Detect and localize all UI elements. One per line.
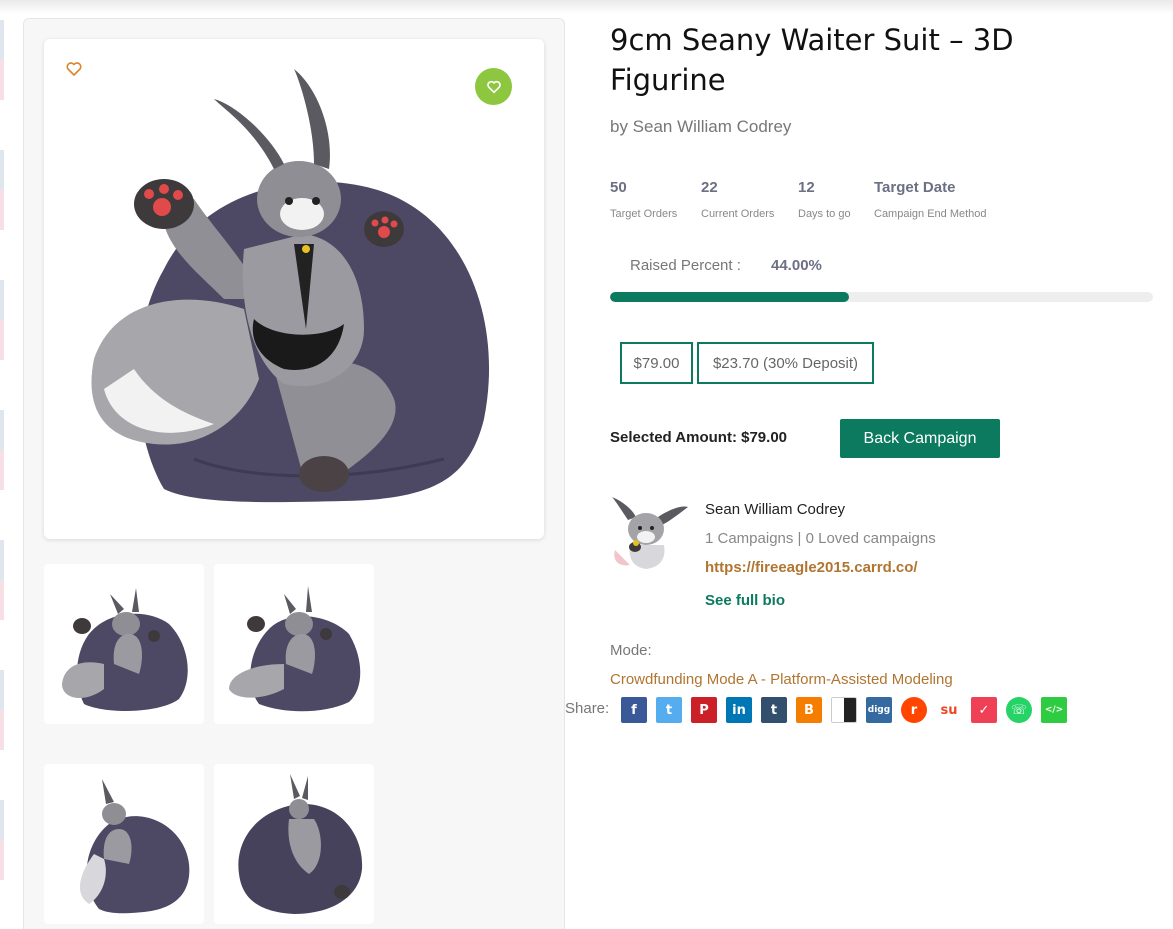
- stat-value: 12: [798, 179, 815, 196]
- pocket-icon[interactable]: ✓: [971, 697, 997, 723]
- embed-icon[interactable]: </>: [1041, 697, 1067, 723]
- facebook-icon[interactable]: f: [621, 697, 647, 723]
- linkedin-icon[interactable]: in: [726, 697, 752, 723]
- product-gallery: [23, 18, 565, 929]
- funding-progress-fill: [610, 292, 849, 302]
- digg-icon[interactable]: digg: [866, 697, 892, 723]
- thumbnail-image: [238, 774, 363, 914]
- thumbnail-3[interactable]: [44, 764, 204, 924]
- main-product-image[interactable]: [44, 39, 544, 539]
- back-campaign-button[interactable]: Back Campaign: [840, 419, 1000, 458]
- mode-value-link[interactable]: Crowdfunding Mode A - Platform-Assisted …: [610, 671, 953, 688]
- creator-website-link[interactable]: https://fireeagle2015.carrd.co/: [705, 559, 918, 576]
- thumbnail-image: [62, 588, 188, 711]
- creator-byline: by Sean William Codrey: [610, 117, 792, 136]
- thumbnail-image: [229, 586, 361, 712]
- left-edge-strip: [0, 20, 4, 929]
- stat-label: Target Orders: [610, 208, 678, 220]
- stat-value: 50: [610, 179, 627, 196]
- funding-progress-bar: [610, 292, 1153, 302]
- raised-percent-label: Raised Percent :: [630, 257, 741, 274]
- stat-value: Target Date: [874, 179, 956, 196]
- raised-percent-value: 44.00%: [771, 257, 822, 274]
- mode-label: Mode:: [610, 642, 652, 659]
- figurine-illustration: [91, 69, 490, 503]
- stat-label: Days to go: [798, 208, 851, 220]
- whatsapp-icon[interactable]: ☏: [1006, 697, 1032, 723]
- selected-amount: Selected Amount: $79.00: [610, 429, 788, 446]
- see-full-bio-link[interactable]: See full bio: [705, 592, 785, 609]
- stat-label: Campaign End Method: [874, 208, 987, 220]
- twitter-icon[interactable]: t: [656, 697, 682, 723]
- stat-current-orders: 22 Current Orders: [701, 179, 774, 220]
- delicious-icon[interactable]: [831, 697, 857, 723]
- tumblr-icon[interactable]: t: [761, 697, 787, 723]
- creator-avatar[interactable]: [610, 495, 690, 570]
- heart-outline-icon[interactable]: [65, 60, 83, 78]
- favorite-button[interactable]: [475, 68, 512, 105]
- share-label: Share:: [565, 700, 610, 717]
- thumbnail-1[interactable]: [44, 564, 204, 724]
- price-option-full[interactable]: $79.00: [620, 342, 693, 384]
- thumbnail-image: [79, 779, 190, 914]
- stat-end-method: Target Date Campaign End Method: [874, 179, 987, 220]
- creator-stats: 1 Campaigns | 0 Loved campaigns: [705, 530, 936, 547]
- reddit-icon[interactable]: r: [901, 697, 927, 723]
- stat-value: 22: [701, 179, 718, 196]
- avatar-image: [610, 495, 690, 570]
- price-option-deposit[interactable]: $23.70 (30% Deposit): [697, 342, 874, 384]
- share-icons-row: f t Pin t Bdigg r su ✓ ☏ </>: [621, 697, 1067, 723]
- stat-label: Current Orders: [701, 208, 775, 220]
- product-title: 9cm Seany Waiter Suit – 3D Figurine: [610, 23, 1014, 97]
- thumbnail-4[interactable]: [214, 764, 374, 924]
- heart-icon: [486, 80, 501, 93]
- thumbnail-2[interactable]: [214, 564, 374, 724]
- stumbleupon-icon[interactable]: su: [936, 697, 962, 723]
- top-shadow: [0, 0, 1173, 14]
- stat-target-orders: 50 Target Orders: [610, 179, 677, 220]
- pinterest-icon[interactable]: P: [691, 697, 717, 723]
- stat-days-to-go: 12 Days to go: [798, 179, 851, 220]
- creator-name[interactable]: Sean William Codrey: [705, 501, 845, 518]
- blogger-icon[interactable]: B: [796, 697, 822, 723]
